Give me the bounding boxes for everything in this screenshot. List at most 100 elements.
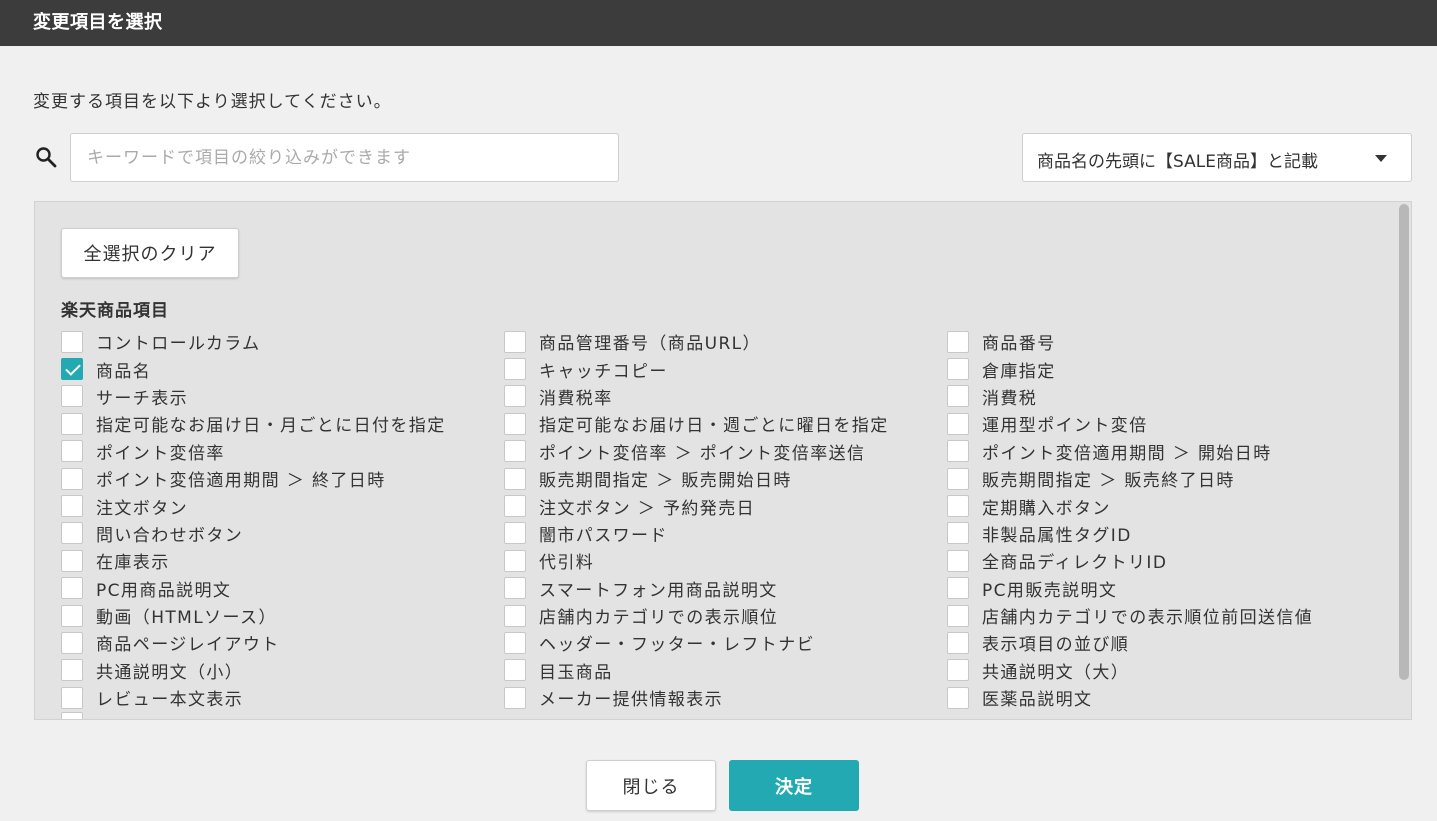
- checkbox-item[interactable]: 販売期間指定 ＞ 販売開始日時: [504, 465, 889, 492]
- checkbox-item[interactable]: 問い合わせボタン: [61, 520, 446, 547]
- checkbox-item[interactable]: 店舗内カテゴリでの表示順位前回送信値: [947, 602, 1313, 629]
- checkbox-item[interactable]: 倉庫指定: [947, 355, 1313, 382]
- checkbox[interactable]: [947, 412, 969, 435]
- checkbox-item[interactable]: 共通説明文（小）: [61, 657, 446, 684]
- checkbox-item[interactable]: 全商品ディレクトリID: [947, 547, 1313, 574]
- checkbox[interactable]: [947, 385, 969, 408]
- checkbox-item[interactable]: 店舗内カテゴリでの表示順位: [504, 602, 889, 629]
- checkbox-item[interactable]: 医薬品説明文: [947, 684, 1313, 711]
- checkbox[interactable]: [947, 577, 969, 600]
- scrollbar-thumb[interactable]: [1399, 204, 1409, 680]
- checkbox[interactable]: [61, 385, 83, 408]
- checkbox[interactable]: [947, 330, 969, 353]
- checkbox[interactable]: [504, 440, 526, 463]
- checkbox[interactable]: [504, 467, 526, 490]
- checkbox[interactable]: [61, 495, 83, 518]
- checkbox-item[interactable]: 目玉商品: [504, 657, 889, 684]
- checkbox-item[interactable]: 定期購入ボタン: [947, 492, 1313, 519]
- checkbox[interactable]: [947, 659, 969, 682]
- item-column-3: 商品番号倉庫指定 消費税 運用型ポイント変倍 ポイント変倍適用期間 ＞ 開始日時 販売期…: [947, 328, 1313, 711]
- checkbox-item[interactable]: 動画（HTMLソース）: [61, 602, 446, 629]
- checkbox[interactable]: [947, 686, 969, 709]
- checkbox[interactable]: [504, 385, 526, 408]
- checkbox-item[interactable]: 注文ボタン ＞ 予約発売日: [504, 492, 889, 519]
- checkbox[interactable]: [61, 577, 83, 600]
- checkbox-item[interactable]: 商品名: [61, 355, 446, 382]
- checkbox-item[interactable]: キャッチコピー: [504, 355, 889, 382]
- checkbox[interactable]: [504, 686, 526, 709]
- checkbox-checked[interactable]: [61, 358, 83, 381]
- checkbox-item[interactable]: レビュー本文表示: [61, 684, 446, 711]
- checkbox-item[interactable]: 代引料: [504, 547, 889, 574]
- checkbox-item[interactable]: 共通説明文（大）: [947, 657, 1313, 684]
- checkbox-item[interactable]: 商品ページレイアウト: [61, 629, 446, 656]
- checkbox[interactable]: [61, 412, 83, 435]
- checkbox-item[interactable]: 在庫表示: [61, 547, 446, 574]
- checkbox[interactable]: [504, 631, 526, 654]
- checkbox[interactable]: [61, 659, 83, 682]
- checkbox-item[interactable]: 販売期間指定 ＞ 販売終了日時: [947, 465, 1313, 492]
- partially-hidden-item[interactable]: [61, 712, 96, 719]
- checkbox-item[interactable]: 闇市パスワード: [504, 520, 889, 547]
- field-value-dropdown[interactable]: 商品名の先頭に【SALE商品】と記載: [1022, 133, 1412, 182]
- checkbox-item[interactable]: サーチ表示: [61, 383, 446, 410]
- checkbox-item[interactable]: ポイント変倍適用期間 ＞ 終了日時: [61, 465, 446, 492]
- checkbox[interactable]: [61, 604, 83, 627]
- checkbox-item[interactable]: ヘッダー・フッター・レフトナビ: [504, 629, 889, 656]
- checkbox-item[interactable]: 注文ボタン: [61, 492, 446, 519]
- checkbox[interactable]: [947, 604, 969, 627]
- search-input[interactable]: [70, 133, 619, 182]
- checkbox[interactable]: [504, 522, 526, 545]
- checkbox-item[interactable]: 運用型ポイント変倍: [947, 410, 1313, 437]
- checkbox-label: 闇市パスワード: [539, 525, 668, 546]
- checkbox-item[interactable]: PC用商品説明文: [61, 575, 446, 602]
- scrollbar[interactable]: [1398, 203, 1410, 718]
- checkbox-item[interactable]: 商品番号: [947, 328, 1313, 355]
- checkbox[interactable]: [61, 686, 83, 709]
- checkbox-item[interactable]: 商品管理番号（商品URL）: [504, 328, 889, 355]
- checkbox-item[interactable]: ポイント変倍適用期間 ＞ 開始日時: [947, 438, 1313, 465]
- checkbox-label: 倉庫指定: [982, 361, 1056, 382]
- checkbox[interactable]: [947, 440, 969, 463]
- checkbox[interactable]: [504, 659, 526, 682]
- checkbox-item[interactable]: ポイント変倍率: [61, 438, 446, 465]
- checkbox-item[interactable]: 消費税: [947, 383, 1313, 410]
- checkbox[interactable]: [61, 522, 83, 545]
- confirm-button[interactable]: 決定: [729, 760, 859, 811]
- checkbox-label: メーカー提供情報表示: [539, 690, 723, 711]
- checkbox[interactable]: [947, 467, 969, 490]
- checkbox-item[interactable]: 消費税率: [504, 383, 889, 410]
- checkbox[interactable]: [61, 467, 83, 490]
- checkbox-item[interactable]: 非製品属性タグID: [947, 520, 1313, 547]
- item-selection-panel[interactable]: 全選択のクリア 楽天商品項目 コントロールカラム 商品名 サーチ表示 指定可能なお届け…: [34, 201, 1412, 720]
- checkbox[interactable]: [504, 604, 526, 627]
- checkbox[interactable]: [61, 631, 83, 654]
- checkbox[interactable]: [504, 412, 526, 435]
- checkbox[interactable]: [947, 522, 969, 545]
- checkbox[interactable]: [61, 549, 83, 572]
- clear-selection-button[interactable]: 全選択のクリア: [61, 228, 239, 278]
- checkbox-item[interactable]: ポイント変倍率 ＞ ポイント変倍率送信: [504, 438, 889, 465]
- checkbox-item[interactable]: PC用販売説明文: [947, 575, 1313, 602]
- checkbox-item[interactable]: 表示項目の並び順: [947, 629, 1313, 656]
- checkbox[interactable]: [61, 330, 83, 353]
- checkbox[interactable]: [504, 549, 526, 572]
- checkbox-item[interactable]: コントロールカラム: [61, 328, 446, 355]
- checkbox-item[interactable]: メーカー提供情報表示: [504, 684, 889, 711]
- checkbox-label: 商品名: [96, 361, 152, 382]
- checkbox[interactable]: [504, 495, 526, 518]
- checkbox[interactable]: [61, 440, 83, 463]
- checkbox[interactable]: [947, 358, 969, 381]
- checkbox[interactable]: [504, 358, 526, 381]
- checkbox[interactable]: [947, 631, 969, 654]
- checkbox[interactable]: [504, 577, 526, 600]
- checkbox-item[interactable]: 指定可能なお届け日・月ごとに日付を指定: [61, 410, 446, 437]
- checkbox[interactable]: [61, 712, 83, 719]
- checkbox-label: 医薬品説明文: [982, 690, 1093, 711]
- checkbox[interactable]: [947, 549, 969, 572]
- checkbox[interactable]: [504, 330, 526, 353]
- close-button[interactable]: 閉じる: [586, 760, 716, 811]
- checkbox-item[interactable]: 指定可能なお届け日・週ごとに曜日を指定: [504, 410, 889, 437]
- checkbox-item[interactable]: スマートフォン用商品説明文: [504, 575, 889, 602]
- checkbox[interactable]: [947, 495, 969, 518]
